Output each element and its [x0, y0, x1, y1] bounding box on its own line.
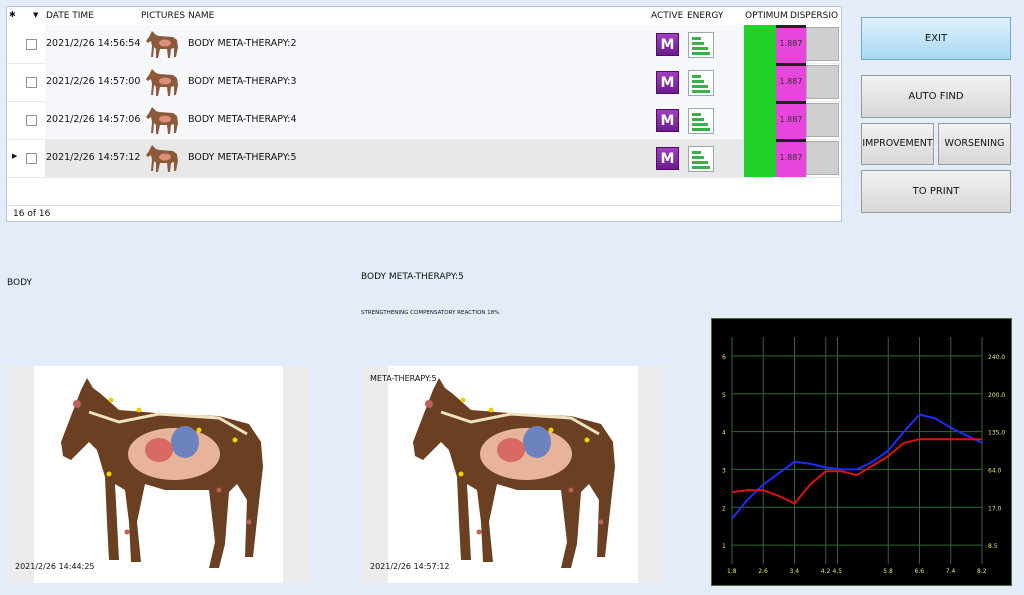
horse-anatomy-image — [413, 378, 615, 568]
table-row[interactable]: 2021/2/26 14:57:06 BODY META-THERAPY:4 M 1.… — [7, 101, 841, 140]
series-line-red — [731, 438, 982, 505]
dispersion-value: 1.887 — [776, 101, 806, 139]
horse-anatomy-image — [61, 378, 263, 568]
energy-icon[interactable] — [688, 146, 714, 172]
horse-organ-blue — [171, 426, 199, 458]
x-tick-label: 2.6 — [758, 568, 768, 575]
x-tick-label: 5.8 — [883, 568, 893, 575]
record-count: 16 of 16 — [13, 209, 51, 219]
horse-thumbnail-icon — [146, 145, 178, 172]
spectrum-chart: 6 5 4 3 2 1 240.0 200.0 135.0 64.0 17.0 8.5 1.8 2.6 3.… — [711, 318, 1012, 586]
horse-organ-red — [497, 438, 525, 462]
table-row[interactable]: 2021/2/26 14:57:00 BODY META-THERAPY:3 M 1.… — [7, 63, 841, 102]
x-tick-label: 4.5 — [832, 568, 842, 575]
optimum-bar — [744, 63, 776, 101]
dispersion-value: 1.887 — [776, 139, 806, 177]
left-panel-title: BODY — [7, 278, 33, 288]
dispersion-gray-cell — [806, 141, 839, 175]
center-image-label: META-THERAPY:5 — [370, 374, 437, 383]
row-checkbox[interactable] — [26, 153, 37, 164]
center-panel-subtitle: STRENGTHENING COMPENSATORY REACTION 18% — [361, 310, 500, 316]
col-energy[interactable]: ENERGY — [687, 11, 723, 21]
y-right-tick-label: 17.0 — [988, 505, 1002, 512]
row-checkbox[interactable] — [26, 115, 37, 126]
optimum-bar — [744, 139, 776, 177]
y-left-tick-label: 6 — [722, 354, 726, 361]
x-tick-label: 4.2 — [821, 568, 831, 575]
row-indicator-icon: ▶ — [12, 152, 18, 160]
y-left-tick-label: 4 — [722, 430, 726, 437]
grid-header-corner-icon[interactable]: ✱ — [9, 10, 16, 19]
y-left-tick-label: 3 — [722, 467, 726, 474]
y-left-tick-label: 1 — [722, 543, 726, 550]
horse-organ-blue — [523, 426, 551, 458]
y-left-tick-label: 5 — [722, 392, 726, 399]
active-m-button[interactable]: M — [656, 109, 679, 132]
center-image-date: 2021/2/26 14:57:12 — [370, 562, 450, 571]
sort-down-icon[interactable]: ▼ — [33, 11, 38, 19]
grid-header: ✱ ▼ DATE TIME PICTURES NAME ACTIVE ENERG… — [7, 7, 841, 25]
horse-thumbnail-icon — [146, 107, 178, 134]
dispersion-gray-cell — [806, 65, 839, 99]
optimum-bar — [744, 101, 776, 139]
x-tick-label: 6.6 — [915, 568, 925, 575]
horse-thumbnail-icon — [146, 69, 178, 96]
dispersion-gray-cell — [806, 27, 839, 61]
active-m-button[interactable]: M — [656, 33, 679, 56]
x-tick-label: 1.8 — [727, 568, 737, 575]
center-horse-panel: META-THERAPY:5 2021/2/26 14:57:12 — [363, 366, 665, 583]
table-row[interactable]: 2021/2/26 14:56:54 BODY META-THERAPY:2 M 1.… — [7, 25, 841, 64]
col-pictures[interactable]: PICTURES — [141, 11, 185, 21]
y-right-tick-label: 240.0 — [988, 354, 1005, 361]
table-row[interactable]: ▶ 2021/2/26 14:57:12 BODY META-THERAPY:5 M 1… — [7, 139, 841, 178]
optimum-bar — [744, 25, 776, 63]
row-name: BODY META-THERAPY:2 — [188, 38, 297, 49]
x-tick-label: 3.4 — [790, 568, 800, 575]
exit-button[interactable]: EXIT — [861, 17, 1011, 60]
row-date: 2021/2/26 14:57:06 — [46, 114, 141, 125]
row-checkbox[interactable] — [26, 39, 37, 50]
active-m-button[interactable]: M — [656, 71, 679, 94]
energy-icon[interactable] — [688, 108, 714, 134]
chart-svg: 6 5 4 3 2 1 240.0 200.0 135.0 64.0 17.0 8.5 1.8 2.6 3.… — [722, 337, 1005, 575]
left-image-date: 2021/2/26 14:44:25 — [15, 562, 95, 571]
horse-thumbnail-icon — [146, 31, 178, 58]
y-right-tick-label: 8.5 — [988, 543, 998, 550]
dispersion-gray-cell — [806, 103, 839, 137]
row-name: BODY META-THERAPY:4 — [188, 114, 297, 125]
to-print-button[interactable]: TO PRINT — [861, 170, 1011, 213]
dispersion-value: 1.887 — [776, 63, 806, 101]
col-name[interactable]: NAME — [188, 11, 214, 21]
energy-icon[interactable] — [688, 32, 714, 58]
col-active[interactable]: ACTIVE — [651, 11, 683, 21]
active-m-button[interactable]: M — [656, 147, 679, 170]
y-left-tick-label: 2 — [722, 505, 726, 512]
energy-icon[interactable] — [688, 70, 714, 96]
series-line-blue — [731, 413, 983, 520]
session-grid: ✱ ▼ DATE TIME PICTURES NAME ACTIVE ENERG… — [6, 6, 842, 222]
col-dispersion[interactable]: DISPERSIO — [790, 11, 838, 21]
y-right-tick-label: 200.0 — [988, 392, 1005, 399]
worsening-button[interactable]: WORSENING — [938, 123, 1011, 165]
x-tick-label: 7.4 — [946, 568, 956, 575]
col-date-time[interactable]: DATE TIME — [46, 11, 94, 21]
x-tick-label: 8.2 — [977, 568, 987, 575]
row-checkbox[interactable] — [26, 77, 37, 88]
row-date: 2021/2/26 14:57:12 — [46, 152, 141, 163]
row-name: BODY META-THERAPY:3 — [188, 76, 297, 87]
row-name: BODY META-THERAPY:5 — [188, 152, 297, 163]
row-date: 2021/2/26 14:56:54 — [46, 38, 141, 49]
row-date: 2021/2/26 14:57:00 — [46, 76, 141, 87]
grid-footer: 16 of 16 — [7, 205, 841, 221]
col-optimum[interactable]: OPTIMUM — [745, 11, 788, 21]
horse-organ-red — [145, 438, 173, 462]
y-right-tick-label: 64.0 — [988, 467, 1002, 474]
improvement-button[interactable]: IMPROVEMENT — [861, 123, 934, 165]
auto-find-button[interactable]: AUTO FIND — [861, 75, 1011, 118]
center-panel-title: BODY META-THERAPY:5 — [361, 272, 464, 282]
left-horse-panel: 2021/2/26 14:44:25 — [9, 366, 309, 583]
dispersion-value: 1.887 — [776, 25, 806, 63]
y-right-tick-label: 135.0 — [988, 430, 1005, 437]
